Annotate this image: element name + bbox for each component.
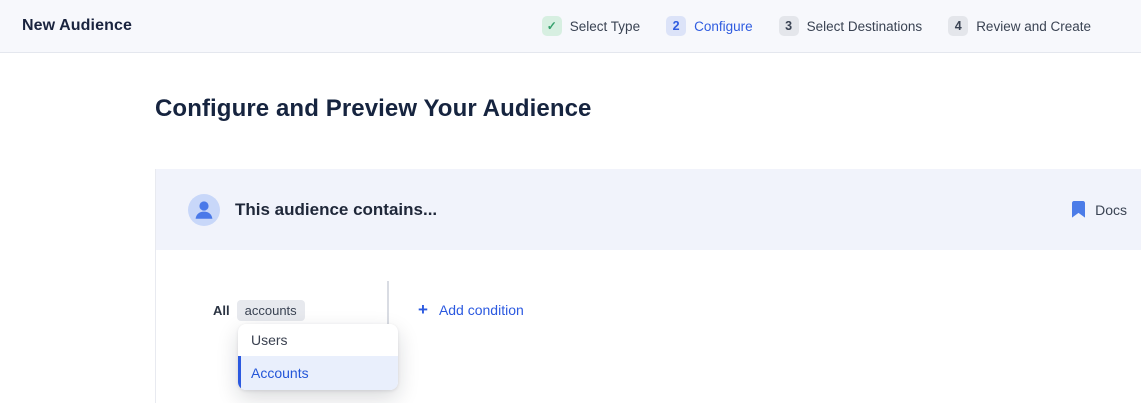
audience-card: This audience contains... Docs All accou… [155,169,1141,403]
person-icon [188,194,220,226]
docs-label: Docs [1095,202,1127,218]
step-number-badge: 2 [666,16,686,36]
entity-type-dropdown-menu: Users Accounts [238,324,398,390]
top-bar: New Audience ✓ Select Type 2 Configure 3… [0,0,1141,53]
docs-link[interactable]: Docs [1072,201,1131,218]
page-heading: Configure and Preview Your Audience [155,95,591,123]
step-label: Select Type [570,19,640,34]
entity-type-dropdown-trigger[interactable]: accounts [237,300,305,321]
plus-icon: + [418,302,428,318]
condition-connector-line [387,281,389,324]
condition-builder: All accounts + Add condition Users Accou… [156,250,1141,403]
step-number-badge: 3 [779,16,799,36]
wizard-stepper: ✓ Select Type 2 Configure 3 Select Desti… [542,16,1091,36]
step-number-badge: 4 [948,16,968,36]
audience-card-header: This audience contains... Docs [156,169,1141,250]
audience-scope-row: All accounts [213,300,305,321]
all-label: All [213,303,230,318]
page-title: New Audience [22,17,132,35]
dropdown-item-label: Accounts [251,365,309,381]
selected-indicator [238,356,241,390]
dropdown-item-label: Users [251,332,288,348]
check-icon: ✓ [542,16,562,36]
add-condition-label: Add condition [439,302,524,318]
step-configure[interactable]: 2 Configure [666,16,753,36]
dropdown-item-accounts[interactable]: Accounts [238,356,398,390]
audience-card-title: This audience contains... [235,200,437,220]
step-label: Review and Create [976,19,1091,34]
dropdown-item-users[interactable]: Users [238,324,398,356]
step-select-destinations[interactable]: 3 Select Destinations [779,16,923,36]
step-label: Configure [694,19,753,34]
step-label: Select Destinations [807,19,923,34]
step-review-and-create[interactable]: 4 Review and Create [948,16,1091,36]
step-select-type[interactable]: ✓ Select Type [542,16,640,36]
add-condition-button[interactable]: + Add condition [418,302,524,318]
bookmark-icon [1072,201,1085,218]
